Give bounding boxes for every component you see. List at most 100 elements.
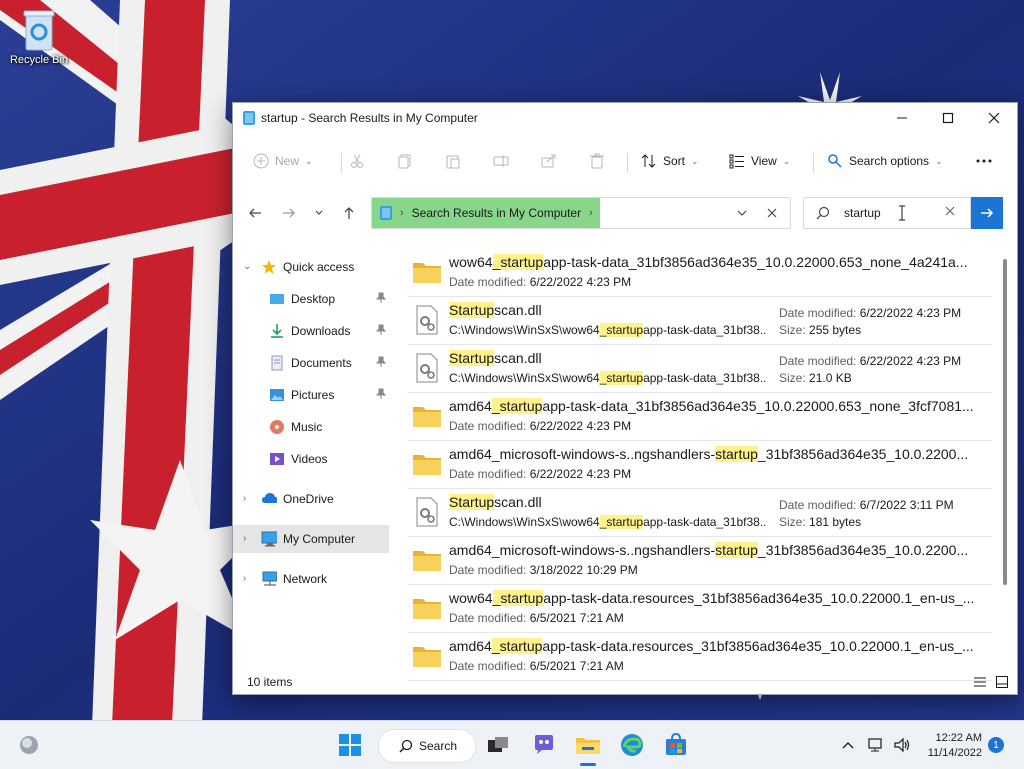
result-row[interactable]: wow64_startupapp-task-data_31bf3856ad364… <box>409 249 991 297</box>
maximize-button[interactable] <box>925 103 971 133</box>
chevron-right-icon[interactable]: › <box>243 533 246 544</box>
result-name[interactable]: amd64_startupapp-task-data.resources_31b… <box>449 638 989 654</box>
vertical-scrollbar[interactable] <box>1003 259 1007 585</box>
forward-button[interactable] <box>275 195 303 231</box>
search-input[interactable]: startup <box>844 206 881 220</box>
nav-item-pictures[interactable]: Pictures <box>233 381 389 409</box>
network-tray-button[interactable] <box>864 729 888 761</box>
more-options-button[interactable] <box>975 141 993 181</box>
volume-button[interactable] <box>890 729 914 761</box>
chat-icon <box>535 735 553 754</box>
nav-item-videos[interactable]: Videos <box>233 445 389 473</box>
up-button[interactable] <box>335 195 363 231</box>
nav-item-downloads[interactable]: Downloads <box>233 317 389 345</box>
result-name[interactable]: wow64_startupapp-task-data_31bf3856ad364… <box>449 254 989 270</box>
search-options-button[interactable]: Search options ⌄ <box>827 141 943 181</box>
view-button[interactable]: View ⌄ <box>729 141 790 181</box>
folder-icon <box>413 647 441 667</box>
large-icons-view-icon[interactable] <box>995 675 1009 689</box>
window-title: startup - Search Results in My Computer <box>261 111 478 125</box>
recent-locations-button[interactable] <box>305 195 333 231</box>
active-app-indicator <box>580 763 596 766</box>
nav-item-network[interactable]: › Network <box>233 565 389 593</box>
task-view-button[interactable] <box>484 729 512 761</box>
result-row[interactable]: amd64_microsoft-windows-s..ngshandlers-s… <box>409 441 991 489</box>
recycle-bin[interactable]: Recycle Bin <box>8 8 70 66</box>
address-bar[interactable]: › Search Results in My Computer › <box>371 197 791 229</box>
close-icon <box>988 112 1000 124</box>
share-button[interactable] <box>541 141 557 181</box>
show-hidden-icons-button[interactable] <box>838 729 858 761</box>
weather-icon <box>20 736 38 754</box>
path-part: C:\Windows\WinSxS\wow64 <box>449 323 600 337</box>
title-bar[interactable]: startup - Search Results in My Computer <box>233 103 1017 133</box>
search-go-button[interactable] <box>971 197 1003 229</box>
result-name[interactable]: amd64_microsoft-windows-s..ngshandlers-s… <box>449 542 989 558</box>
file-explorer-button[interactable] <box>574 729 602 761</box>
search-results-icon <box>380 206 392 220</box>
result-name[interactable]: wow64_startupapp-task-data.resources_31b… <box>449 590 989 606</box>
widgets-button[interactable] <box>14 729 44 761</box>
clear-search-icon[interactable] <box>944 205 956 217</box>
delete-button[interactable] <box>589 141 605 181</box>
nav-item-label: OneDrive <box>283 492 334 506</box>
clock-date: 11/14/2022 <box>927 747 982 759</box>
edge-button[interactable] <box>618 729 646 761</box>
sort-button[interactable]: Sort ⌄ <box>641 141 699 181</box>
taskbar-search[interactable]: Search <box>378 729 476 763</box>
address-history-button[interactable] <box>730 198 754 228</box>
volume-icon <box>894 737 910 753</box>
back-button[interactable] <box>241 195 269 231</box>
breadcrumb[interactable]: › Search Results in My Computer › <box>372 198 600 228</box>
start-button[interactable] <box>334 729 366 761</box>
minimize-button[interactable] <box>879 103 925 133</box>
nav-item-music[interactable]: Music <box>233 413 389 441</box>
result-size: Size: 255 bytes <box>779 323 861 337</box>
result-row[interactable]: Startupscan.dll C:\Windows\WinSxS\wow64_s… <box>409 489 991 537</box>
result-row[interactable]: wow64_startupapp-task-data.resources_31b… <box>409 585 991 633</box>
nav-item-onedrive[interactable]: › OneDrive <box>233 485 389 513</box>
path-part: C:\Windows\WinSxS\wow64 <box>449 371 600 385</box>
plus-icon <box>253 153 269 169</box>
nav-item-documents[interactable]: Documents <box>233 349 389 377</box>
desktop-icon <box>270 294 284 304</box>
search-options-icon <box>828 154 842 168</box>
chevron-down-icon[interactable]: ⌄ <box>243 261 251 272</box>
result-name-part: wow64 <box>449 590 493 606</box>
nav-item-quick-access[interactable]: ⌄ Quick access <box>233 253 389 281</box>
nav-item-desktop[interactable]: Desktop <box>233 285 389 313</box>
details-view-icon[interactable] <box>973 675 987 689</box>
result-row[interactable]: amd64_microsoft-windows-s..ngshandlers-s… <box>409 537 991 585</box>
minimize-icon <box>897 117 907 119</box>
copy-button[interactable] <box>397 141 413 181</box>
address-clear-button[interactable] <box>760 198 784 228</box>
chevron-right-icon[interactable]: › <box>243 493 246 504</box>
date-label: Date modified: <box>779 354 857 368</box>
close-button[interactable] <box>971 103 1017 133</box>
store-button[interactable] <box>662 729 690 761</box>
share-icon <box>541 154 556 168</box>
text-cursor-icon <box>899 205 905 221</box>
rename-button[interactable] <box>493 141 509 181</box>
result-row[interactable]: Startupscan.dll C:\Windows\WinSxS\wow64_s… <box>409 345 991 393</box>
music-icon <box>270 420 284 434</box>
nav-item-my-computer[interactable]: › My Computer <box>233 525 389 553</box>
search-box[interactable]: startup <box>803 197 971 229</box>
paste-button[interactable] <box>445 141 461 181</box>
result-row[interactable]: amd64_startupapp-task-data_31bf3856ad364… <box>409 393 991 441</box>
chat-button[interactable] <box>530 729 558 761</box>
recycle-bin-label: Recycle Bin <box>9 54 69 66</box>
date-value: 6/22/2022 4:23 PM <box>529 467 632 481</box>
new-button[interactable]: New ⌄ <box>253 141 313 181</box>
chevron-right-icon[interactable]: › <box>243 573 246 584</box>
cut-button[interactable] <box>349 141 365 181</box>
breadcrumb-item: Search Results in My Computer <box>411 206 582 220</box>
search-options-label: Search options <box>849 154 930 168</box>
result-row[interactable]: Startupscan.dll C:\Windows\WinSxS\wow64_s… <box>409 297 991 345</box>
date-label: Date modified: <box>449 563 527 577</box>
notification-badge[interactable]: 1 <box>988 737 1004 753</box>
clock[interactable]: 12:22 AM 11/14/2022 <box>922 731 982 761</box>
result-name[interactable]: amd64_microsoft-windows-s..ngshandlers-s… <box>449 446 989 462</box>
result-name[interactable]: amd64_startupapp-task-data_31bf3856ad364… <box>449 398 989 414</box>
chevron-down-icon: ⌄ <box>305 155 313 166</box>
